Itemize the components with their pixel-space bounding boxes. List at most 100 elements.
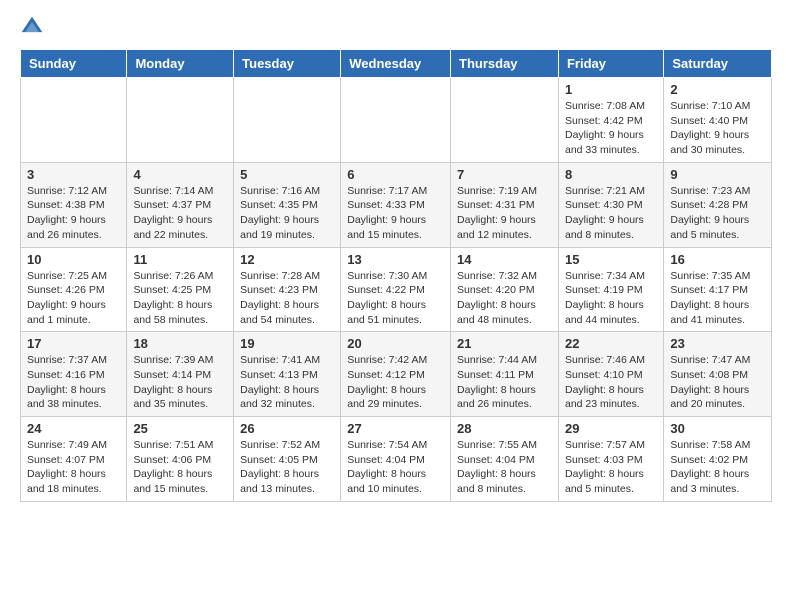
day-info: Sunrise: 7:37 AM Sunset: 4:16 PM Dayligh…	[27, 353, 120, 412]
day-number: 15	[565, 252, 657, 267]
day-number: 29	[565, 421, 657, 436]
day-number: 1	[565, 82, 657, 97]
day-number: 21	[457, 336, 552, 351]
day-number: 20	[347, 336, 444, 351]
day-number: 5	[240, 167, 334, 182]
day-number: 14	[457, 252, 552, 267]
week-row-4: 17 Sunrise: 7:37 AM Sunset: 4:16 PM Dayli…	[21, 332, 772, 417]
day-info: Sunrise: 7:17 AM Sunset: 4:33 PM Dayligh…	[347, 184, 444, 243]
day-cell: 14 Sunrise: 7:32 AM Sunset: 4:20 PM Dayli…	[451, 247, 559, 332]
week-row-1: 1 Sunrise: 7:08 AM Sunset: 4:42 PM Daylig…	[21, 78, 772, 163]
day-cell: 22 Sunrise: 7:46 AM Sunset: 4:10 PM Dayli…	[558, 332, 663, 417]
day-info: Sunrise: 7:14 AM Sunset: 4:37 PM Dayligh…	[133, 184, 227, 243]
week-row-2: 3 Sunrise: 7:12 AM Sunset: 4:38 PM Daylig…	[21, 162, 772, 247]
day-info: Sunrise: 7:25 AM Sunset: 4:26 PM Dayligh…	[27, 269, 120, 328]
day-number: 22	[565, 336, 657, 351]
day-number: 19	[240, 336, 334, 351]
day-number: 9	[670, 167, 765, 182]
day-cell: 6Sunrise: 7:17 AM Sunset: 4:33 PM Daylig…	[341, 162, 451, 247]
day-info: Sunrise: 7:42 AM Sunset: 4:12 PM Dayligh…	[347, 353, 444, 412]
weekday-header-wednesday: Wednesday	[341, 50, 451, 78]
day-info: Sunrise: 7:58 AM Sunset: 4:02 PM Dayligh…	[670, 438, 765, 497]
day-info: Sunrise: 7:28 AM Sunset: 4:23 PM Dayligh…	[240, 269, 334, 328]
week-row-3: 10 Sunrise: 7:25 AM Sunset: 4:26 PM Dayli…	[21, 247, 772, 332]
day-cell	[127, 78, 234, 163]
day-number: 4	[133, 167, 227, 182]
day-cell: 13 Sunrise: 7:30 AM Sunset: 4:22 PM Dayli…	[341, 247, 451, 332]
day-info: Sunrise: 7:32 AM Sunset: 4:20 PM Dayligh…	[457, 269, 552, 328]
day-number: 16	[670, 252, 765, 267]
day-cell: 21Sunrise: 7:44 AM Sunset: 4:11 PM Dayli…	[451, 332, 559, 417]
day-cell: 16 Sunrise: 7:35 AM Sunset: 4:17 PM Dayli…	[664, 247, 772, 332]
weekday-header-saturday: Saturday	[664, 50, 772, 78]
day-info: Sunrise: 7:46 AM Sunset: 4:10 PM Dayligh…	[565, 353, 657, 412]
day-info: Sunrise: 7:39 AM Sunset: 4:14 PM Dayligh…	[133, 353, 227, 412]
day-info: Sunrise: 7:35 AM Sunset: 4:17 PM Dayligh…	[670, 269, 765, 328]
day-info: Sunrise: 7:16 AM Sunset: 4:35 PM Dayligh…	[240, 184, 334, 243]
day-cell: 11 Sunrise: 7:26 AM Sunset: 4:25 PM Dayli…	[127, 247, 234, 332]
day-cell: 12 Sunrise: 7:28 AM Sunset: 4:23 PM Dayli…	[234, 247, 341, 332]
day-number: 27	[347, 421, 444, 436]
day-cell: 19Sunrise: 7:41 AM Sunset: 4:13 PM Dayli…	[234, 332, 341, 417]
day-cell: 27 Sunrise: 7:54 AM Sunset: 4:04 PM Dayli…	[341, 417, 451, 502]
page: SundayMondayTuesdayWednesdayThursdayFrid…	[0, 0, 792, 517]
day-number: 28	[457, 421, 552, 436]
weekday-header-friday: Friday	[558, 50, 663, 78]
day-info: Sunrise: 7:34 AM Sunset: 4:19 PM Dayligh…	[565, 269, 657, 328]
calendar: SundayMondayTuesdayWednesdayThursdayFrid…	[20, 49, 772, 502]
day-cell	[21, 78, 127, 163]
day-cell: 25 Sunrise: 7:51 AM Sunset: 4:06 PM Dayli…	[127, 417, 234, 502]
day-cell: 4 Sunrise: 7:14 AM Sunset: 4:37 PM Daylig…	[127, 162, 234, 247]
day-cell: 28 Sunrise: 7:55 AM Sunset: 4:04 PM Dayli…	[451, 417, 559, 502]
day-info: Sunrise: 7:23 AM Sunset: 4:28 PM Dayligh…	[670, 184, 765, 243]
day-number: 12	[240, 252, 334, 267]
day-info: Sunrise: 7:10 AM Sunset: 4:40 PM Dayligh…	[670, 99, 765, 158]
day-info: Sunrise: 7:49 AM Sunset: 4:07 PM Dayligh…	[27, 438, 120, 497]
day-cell: 10 Sunrise: 7:25 AM Sunset: 4:26 PM Dayli…	[21, 247, 127, 332]
day-number: 3	[27, 167, 120, 182]
day-number: 18	[133, 336, 227, 351]
day-cell: 26 Sunrise: 7:52 AM Sunset: 4:05 PM Dayli…	[234, 417, 341, 502]
day-cell: 29 Sunrise: 7:57 AM Sunset: 4:03 PM Dayli…	[558, 417, 663, 502]
week-row-5: 24Sunrise: 7:49 AM Sunset: 4:07 PM Dayli…	[21, 417, 772, 502]
day-number: 11	[133, 252, 227, 267]
day-cell: 15 Sunrise: 7:34 AM Sunset: 4:19 PM Dayli…	[558, 247, 663, 332]
day-number: 7	[457, 167, 552, 182]
day-info: Sunrise: 7:54 AM Sunset: 4:04 PM Dayligh…	[347, 438, 444, 497]
day-info: Sunrise: 7:30 AM Sunset: 4:22 PM Dayligh…	[347, 269, 444, 328]
weekday-header-sunday: Sunday	[21, 50, 127, 78]
day-info: Sunrise: 7:47 AM Sunset: 4:08 PM Dayligh…	[670, 353, 765, 412]
day-cell: 2 Sunrise: 7:10 AM Sunset: 4:40 PM Daylig…	[664, 78, 772, 163]
day-cell	[234, 78, 341, 163]
day-info: Sunrise: 7:26 AM Sunset: 4:25 PM Dayligh…	[133, 269, 227, 328]
day-info: Sunrise: 7:57 AM Sunset: 4:03 PM Dayligh…	[565, 438, 657, 497]
day-cell: 18 Sunrise: 7:39 AM Sunset: 4:14 PM Dayli…	[127, 332, 234, 417]
day-number: 10	[27, 252, 120, 267]
day-cell: 7Sunrise: 7:19 AM Sunset: 4:31 PM Daylig…	[451, 162, 559, 247]
day-number: 23	[670, 336, 765, 351]
header	[20, 15, 772, 39]
day-cell: 23 Sunrise: 7:47 AM Sunset: 4:08 PM Dayli…	[664, 332, 772, 417]
day-number: 26	[240, 421, 334, 436]
day-cell: 5 Sunrise: 7:16 AM Sunset: 4:35 PM Daylig…	[234, 162, 341, 247]
day-number: 25	[133, 421, 227, 436]
day-info: Sunrise: 7:51 AM Sunset: 4:06 PM Dayligh…	[133, 438, 227, 497]
logo	[20, 15, 48, 39]
day-info: Sunrise: 7:12 AM Sunset: 4:38 PM Dayligh…	[27, 184, 120, 243]
day-number: 17	[27, 336, 120, 351]
day-info: Sunrise: 7:08 AM Sunset: 4:42 PM Dayligh…	[565, 99, 657, 158]
day-info: Sunrise: 7:55 AM Sunset: 4:04 PM Dayligh…	[457, 438, 552, 497]
day-info: Sunrise: 7:21 AM Sunset: 4:30 PM Dayligh…	[565, 184, 657, 243]
weekday-header-thursday: Thursday	[451, 50, 559, 78]
logo-icon	[20, 15, 44, 39]
day-info: Sunrise: 7:52 AM Sunset: 4:05 PM Dayligh…	[240, 438, 334, 497]
day-cell	[451, 78, 559, 163]
weekday-header-monday: Monday	[127, 50, 234, 78]
day-cell: 24Sunrise: 7:49 AM Sunset: 4:07 PM Dayli…	[21, 417, 127, 502]
day-number: 8	[565, 167, 657, 182]
day-number: 30	[670, 421, 765, 436]
day-number: 13	[347, 252, 444, 267]
day-number: 2	[670, 82, 765, 97]
day-cell: 30 Sunrise: 7:58 AM Sunset: 4:02 PM Dayli…	[664, 417, 772, 502]
day-cell: 17 Sunrise: 7:37 AM Sunset: 4:16 PM Dayli…	[21, 332, 127, 417]
